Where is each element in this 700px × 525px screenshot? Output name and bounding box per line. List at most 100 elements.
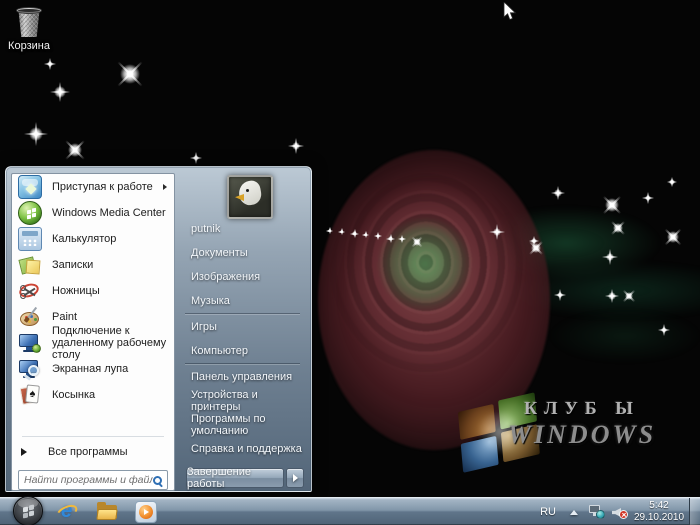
start-menu-places: putnik Документы Изображения Музыка Игры… (177, 217, 308, 461)
search-input[interactable] (24, 474, 153, 486)
clock[interactable]: 5:42 29.10.2010 (633, 500, 685, 524)
pictures-link[interactable]: Изображения (177, 265, 308, 289)
control-panel-link[interactable]: Панель управления (177, 365, 308, 389)
calculator-icon (18, 227, 42, 251)
paint-icon (18, 305, 42, 329)
getting-started-icon (18, 175, 42, 199)
play-icon (144, 509, 149, 515)
sparkle-star (657, 221, 688, 252)
mouse-cursor (503, 2, 517, 22)
snipping-tool-icon (18, 279, 42, 303)
all-programs-button[interactable]: Все программы (12, 440, 172, 464)
wallpaper-green-glow (470, 175, 700, 345)
start-menu-programs-panel: Приступая к работе Windows Media Center … (11, 173, 175, 491)
language-indicator[interactable]: RU (533, 506, 563, 518)
shutdown-options-button[interactable] (286, 468, 304, 488)
calculator-item[interactable]: Калькулятор (12, 226, 174, 252)
user-avatar[interactable] (227, 175, 273, 219)
sparkle-star (350, 229, 359, 238)
sparkle-star (407, 232, 427, 252)
shutdown-controls: Завершение работы (186, 468, 304, 488)
remote-desktop-item[interactable]: Подключение к удаленному рабочему столу (12, 330, 174, 356)
computer-link[interactable]: Компьютер (177, 339, 308, 363)
documents-link[interactable]: Документы (177, 241, 308, 265)
sticky-notes-item[interactable]: Записки (12, 252, 174, 278)
all-programs-arrow-icon (21, 448, 27, 456)
show-desktop-button[interactable] (689, 498, 700, 525)
internet-explorer-taskbar-button[interactable]: e (56, 500, 80, 524)
wallpaper-title-line1: КЛУБ Ы (466, 398, 698, 419)
windows-flag-icon (23, 507, 28, 513)
shutdown-arrow-icon (293, 474, 298, 482)
sparkle-star (44, 58, 56, 70)
system-tray: RU 5:42 29.10.2010 (533, 498, 700, 525)
sparkle-star (374, 232, 382, 240)
search-icon (153, 476, 162, 485)
sparkle-star (605, 215, 630, 240)
help-support-link[interactable]: Справка и поддержка (177, 437, 308, 461)
remote-desktop-icon (18, 331, 42, 355)
menu-separator (22, 436, 164, 437)
sparkle-star (554, 289, 566, 301)
sparkle-star (658, 324, 670, 336)
solitaire-item[interactable]: Косынка (12, 382, 174, 408)
network-icon[interactable] (588, 504, 605, 520)
submenu-arrow-icon (163, 184, 167, 190)
snipping-tool-item[interactable]: Ножницы (12, 278, 174, 304)
sparkle-star (326, 227, 333, 234)
sticky-notes-icon (18, 253, 42, 277)
sparkle-star (398, 235, 406, 243)
trash-can-icon (16, 6, 42, 38)
show-hidden-icons-icon[interactable] (570, 510, 578, 515)
sparkle-star (595, 188, 629, 222)
start-button[interactable] (13, 496, 43, 525)
media-player-taskbar-button[interactable] (134, 500, 158, 524)
sparkle-star (24, 122, 48, 146)
sparkle-star (551, 186, 565, 200)
sparkle-star (106, 50, 154, 98)
wallpaper-rose-petals (330, 170, 530, 380)
sparkle-star (190, 152, 202, 164)
wallpaper-title-line2: WINDOWS (466, 420, 698, 450)
sparkle-star (523, 235, 548, 260)
tray-date: 29.10.2010 (633, 512, 685, 524)
getting-started-item[interactable]: Приступая к работе (12, 174, 174, 200)
eagle-picture (237, 179, 263, 206)
solitaire-icon (18, 383, 42, 407)
volume-muted-icon[interactable] (611, 504, 628, 520)
sparkle-star (489, 224, 505, 240)
default-programs-link[interactable]: Программы по умолчанию (177, 413, 308, 437)
start-menu: Приступая к работе Windows Media Center … (5, 166, 312, 492)
recycle-bin-label: Корзина (3, 40, 55, 52)
wallpaper-green-glow (540, 300, 700, 390)
sparkle-star (57, 132, 94, 169)
sparkle-star (338, 228, 345, 235)
search-box (18, 470, 168, 490)
sparkle-star (642, 192, 654, 204)
sparkle-star (667, 177, 677, 187)
sparkle-star (50, 82, 70, 102)
tray-time: 5:42 (633, 500, 685, 512)
screen-magnifier-item[interactable]: Экранная лупа (12, 356, 174, 382)
sparkle-star (602, 249, 618, 265)
screen-magnifier-icon (18, 357, 42, 381)
wallpaper-rose (318, 150, 550, 450)
sparkle-star (288, 138, 304, 154)
user-name-link[interactable]: putnik (177, 217, 308, 241)
music-link[interactable]: Музыка (177, 289, 308, 313)
sparkle-star (362, 231, 369, 238)
taskbar: e RU 5:42 29.10.2010 (0, 497, 700, 525)
sparkle-star (386, 234, 395, 243)
sparkle-star (605, 289, 619, 303)
wallpaper-title: КЛУБ Ы WINDOWS (466, 398, 698, 450)
shutdown-button[interactable]: Завершение работы (186, 468, 284, 488)
windows-explorer-taskbar-button[interactable] (95, 500, 119, 524)
sparkle-star (529, 236, 539, 246)
devices-printers-link[interactable]: Устройства и принтеры (177, 389, 308, 413)
wallpaper-windows-flag-logo (453, 392, 547, 475)
sparkle-star (618, 285, 641, 308)
media-center-icon (18, 201, 42, 225)
games-link[interactable]: Игры (177, 315, 308, 339)
media-center-item[interactable]: Windows Media Center (12, 200, 174, 226)
recycle-bin-icon[interactable]: Корзина (3, 6, 55, 52)
